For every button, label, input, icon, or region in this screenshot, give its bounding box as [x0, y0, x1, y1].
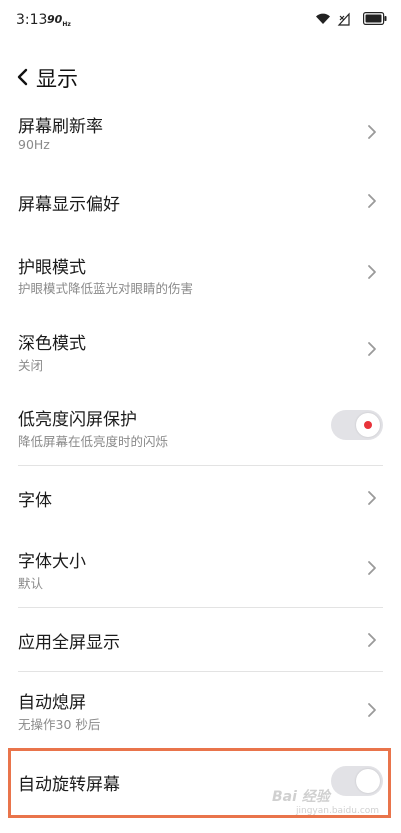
chevron-right-icon	[368, 703, 376, 717]
setting-screen-timeout[interactable]: 自动熄屏 无操作30 秒后	[0, 672, 401, 744]
setting-title: 应用全屏显示	[18, 633, 120, 653]
chevron-right-icon	[368, 491, 376, 505]
setting-title: 字体大小	[18, 552, 86, 572]
setting-fullscreen-apps[interactable]: 应用全屏显示	[0, 608, 401, 670]
setting-title: 自动熄屏	[18, 693, 86, 713]
setting-subtitle: 默认	[18, 576, 44, 591]
toggle-knob	[356, 413, 380, 437]
battery-icon	[363, 12, 387, 25]
setting-subtitle: 关闭	[18, 358, 44, 373]
status-bar: 3:13 90Hz	[0, 0, 401, 42]
network-indicator: 90Hz	[47, 13, 71, 28]
toggle-on-dot	[364, 421, 372, 429]
setting-subtitle: 护眼模式降低蓝光对眼睛的伤害	[18, 281, 194, 296]
chevron-left-icon[interactable]	[14, 68, 32, 86]
watermark-url: jingyan.baidu.com	[296, 806, 380, 816]
watermark-logo: Bai 经验	[272, 789, 330, 805]
network-suffix: Hz	[62, 21, 71, 29]
setting-display-preference[interactable]: 屏幕显示偏好	[0, 165, 401, 237]
chevron-right-icon	[368, 561, 376, 575]
status-time: 3:13	[16, 12, 48, 28]
chevron-right-icon	[368, 125, 376, 139]
chevron-right-icon	[368, 633, 376, 647]
dc-dimming-toggle[interactable]	[331, 410, 383, 440]
setting-font-size[interactable]: 字体大小 默认	[0, 535, 401, 607]
chevron-right-icon	[368, 342, 376, 356]
setting-title: 字体	[18, 491, 52, 511]
network-value: 90	[47, 13, 63, 26]
page-header: 显示	[0, 56, 401, 98]
setting-eye-protection[interactable]: 护眼模式 护眼模式降低蓝光对眼睛的伤害	[0, 237, 401, 309]
wifi-icon	[316, 13, 330, 24]
setting-font[interactable]: 字体	[0, 466, 401, 532]
setting-subtitle: 90Hz	[18, 137, 50, 152]
setting-title: 屏幕显示偏好	[18, 195, 120, 215]
chevron-right-icon	[368, 194, 376, 208]
signal-icon	[337, 12, 350, 26]
setting-subtitle: 降低屏幕在低亮度时的闪烁	[18, 434, 169, 449]
setting-title: 深色模式	[18, 334, 86, 354]
setting-title: 护眼模式	[18, 258, 86, 278]
setting-dc-dimming: 低亮度闪屏保护 降低屏幕在低亮度时的闪烁	[0, 389, 401, 463]
setting-dark-mode[interactable]: 深色模式 关闭	[0, 313, 401, 385]
page-title: 显示	[36, 67, 78, 91]
setting-title: 低亮度闪屏保护	[18, 410, 137, 430]
setting-title: 屏幕刷新率	[18, 117, 103, 137]
setting-refresh-rate[interactable]: 屏幕刷新率 90Hz	[0, 97, 401, 163]
chevron-right-icon	[368, 265, 376, 279]
setting-subtitle: 无操作30 秒后	[18, 717, 101, 732]
